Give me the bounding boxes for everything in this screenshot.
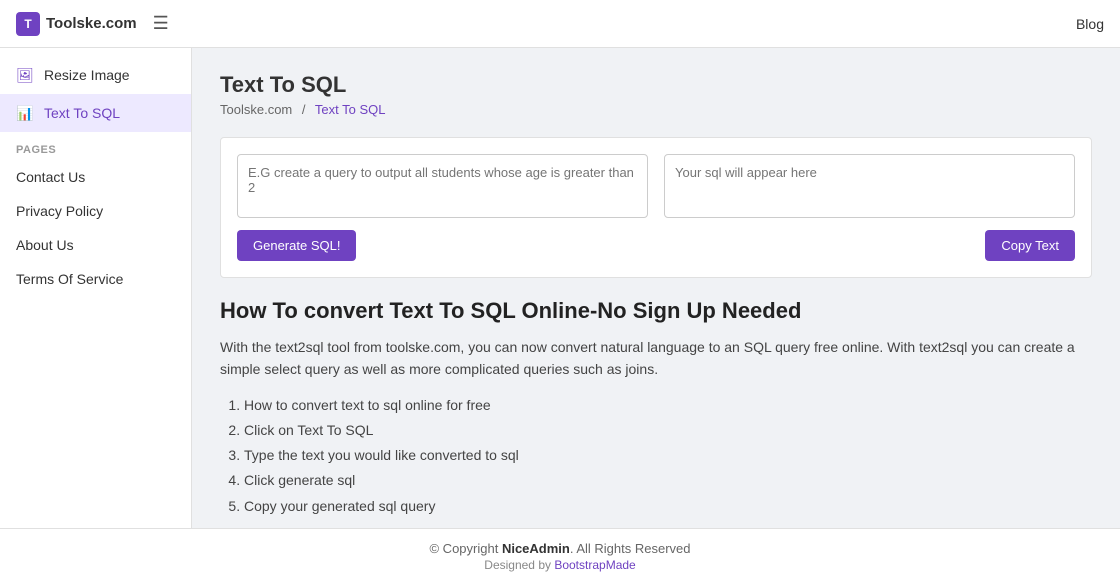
hamburger-menu[interactable]: ☰ bbox=[153, 13, 169, 34]
breadcrumb: Toolske.com / Text To SQL bbox=[220, 102, 1092, 117]
article-body: With the text2sql tool from toolske.com,… bbox=[220, 336, 1092, 381]
layout: 🖼 Resize Image 📊 Text To SQL PAGES Conta… bbox=[0, 48, 1120, 528]
sidebar-item-privacy-policy[interactable]: Privacy Policy bbox=[0, 194, 191, 228]
sidebar: 🖼 Resize Image 📊 Text To SQL PAGES Conta… bbox=[0, 48, 192, 528]
tool-inputs bbox=[237, 154, 1075, 218]
site-logo[interactable]: T Toolske.com bbox=[16, 12, 137, 36]
designed-by-text: Designed by bbox=[484, 558, 554, 572]
list-item: Click generate sql bbox=[244, 468, 1092, 493]
main-content: Text To SQL Toolske.com / Text To SQL Ge… bbox=[192, 48, 1120, 528]
footer: © Copyright NiceAdmin. All Rights Reserv… bbox=[0, 528, 1120, 584]
steps-list: How to convert text to sql online for fr… bbox=[244, 393, 1092, 519]
list-item: Copy your generated sql query bbox=[244, 494, 1092, 519]
breadcrumb-home[interactable]: Toolske.com bbox=[220, 102, 292, 117]
tool-card: Generate SQL! Copy Text bbox=[220, 137, 1092, 278]
list-item: Click on Text To SQL bbox=[244, 418, 1092, 443]
footer-copyright: © Copyright NiceAdmin. All Rights Reserv… bbox=[12, 541, 1108, 556]
footer-designer: Designed by BootstrapMade bbox=[12, 558, 1108, 572]
article-title: How To convert Text To SQL Online-No Sig… bbox=[220, 298, 1092, 324]
breadcrumb-separator: / bbox=[302, 102, 306, 117]
breadcrumb-current: Text To SQL bbox=[315, 102, 386, 117]
image-icon: 🖼 bbox=[16, 66, 34, 84]
sql-icon: 📊 bbox=[16, 104, 34, 122]
sql-input[interactable] bbox=[237, 154, 648, 218]
sidebar-item-label: Resize Image bbox=[44, 67, 130, 83]
logo-text: Toolske.com bbox=[46, 15, 137, 32]
sidebar-item-resize-image[interactable]: 🖼 Resize Image bbox=[0, 56, 191, 94]
sql-output[interactable] bbox=[664, 154, 1075, 218]
header: T Toolske.com ☰ Blog bbox=[0, 0, 1120, 48]
rights-text: . All Rights Reserved bbox=[570, 541, 691, 556]
sidebar-item-about-us[interactable]: About Us bbox=[0, 228, 191, 262]
sidebar-item-text-to-sql[interactable]: 📊 Text To SQL bbox=[0, 94, 191, 132]
sidebar-item-label: Text To SQL bbox=[44, 105, 120, 121]
logo-icon: T bbox=[16, 12, 40, 36]
sidebar-item-terms-of-service[interactable]: Terms Of Service bbox=[0, 262, 191, 296]
copy-text-button[interactable]: Copy Text bbox=[985, 230, 1075, 261]
article: How To convert Text To SQL Online-No Sig… bbox=[220, 298, 1092, 519]
generate-sql-button[interactable]: Generate SQL! bbox=[237, 230, 356, 261]
list-item: How to convert text to sql online for fr… bbox=[244, 393, 1092, 418]
list-item: Type the text you would like converted t… bbox=[244, 443, 1092, 468]
sidebar-item-contact-us[interactable]: Contact Us bbox=[0, 160, 191, 194]
blog-nav-link[interactable]: Blog bbox=[1076, 16, 1104, 32]
footer-brand: NiceAdmin bbox=[502, 541, 570, 556]
tool-actions: Generate SQL! Copy Text bbox=[237, 230, 1075, 261]
designer-name[interactable]: BootstrapMade bbox=[554, 558, 635, 572]
pages-section-label: PAGES bbox=[0, 132, 191, 160]
page-title: Text To SQL bbox=[220, 72, 1092, 98]
copyright-text: © Copyright bbox=[429, 541, 501, 556]
